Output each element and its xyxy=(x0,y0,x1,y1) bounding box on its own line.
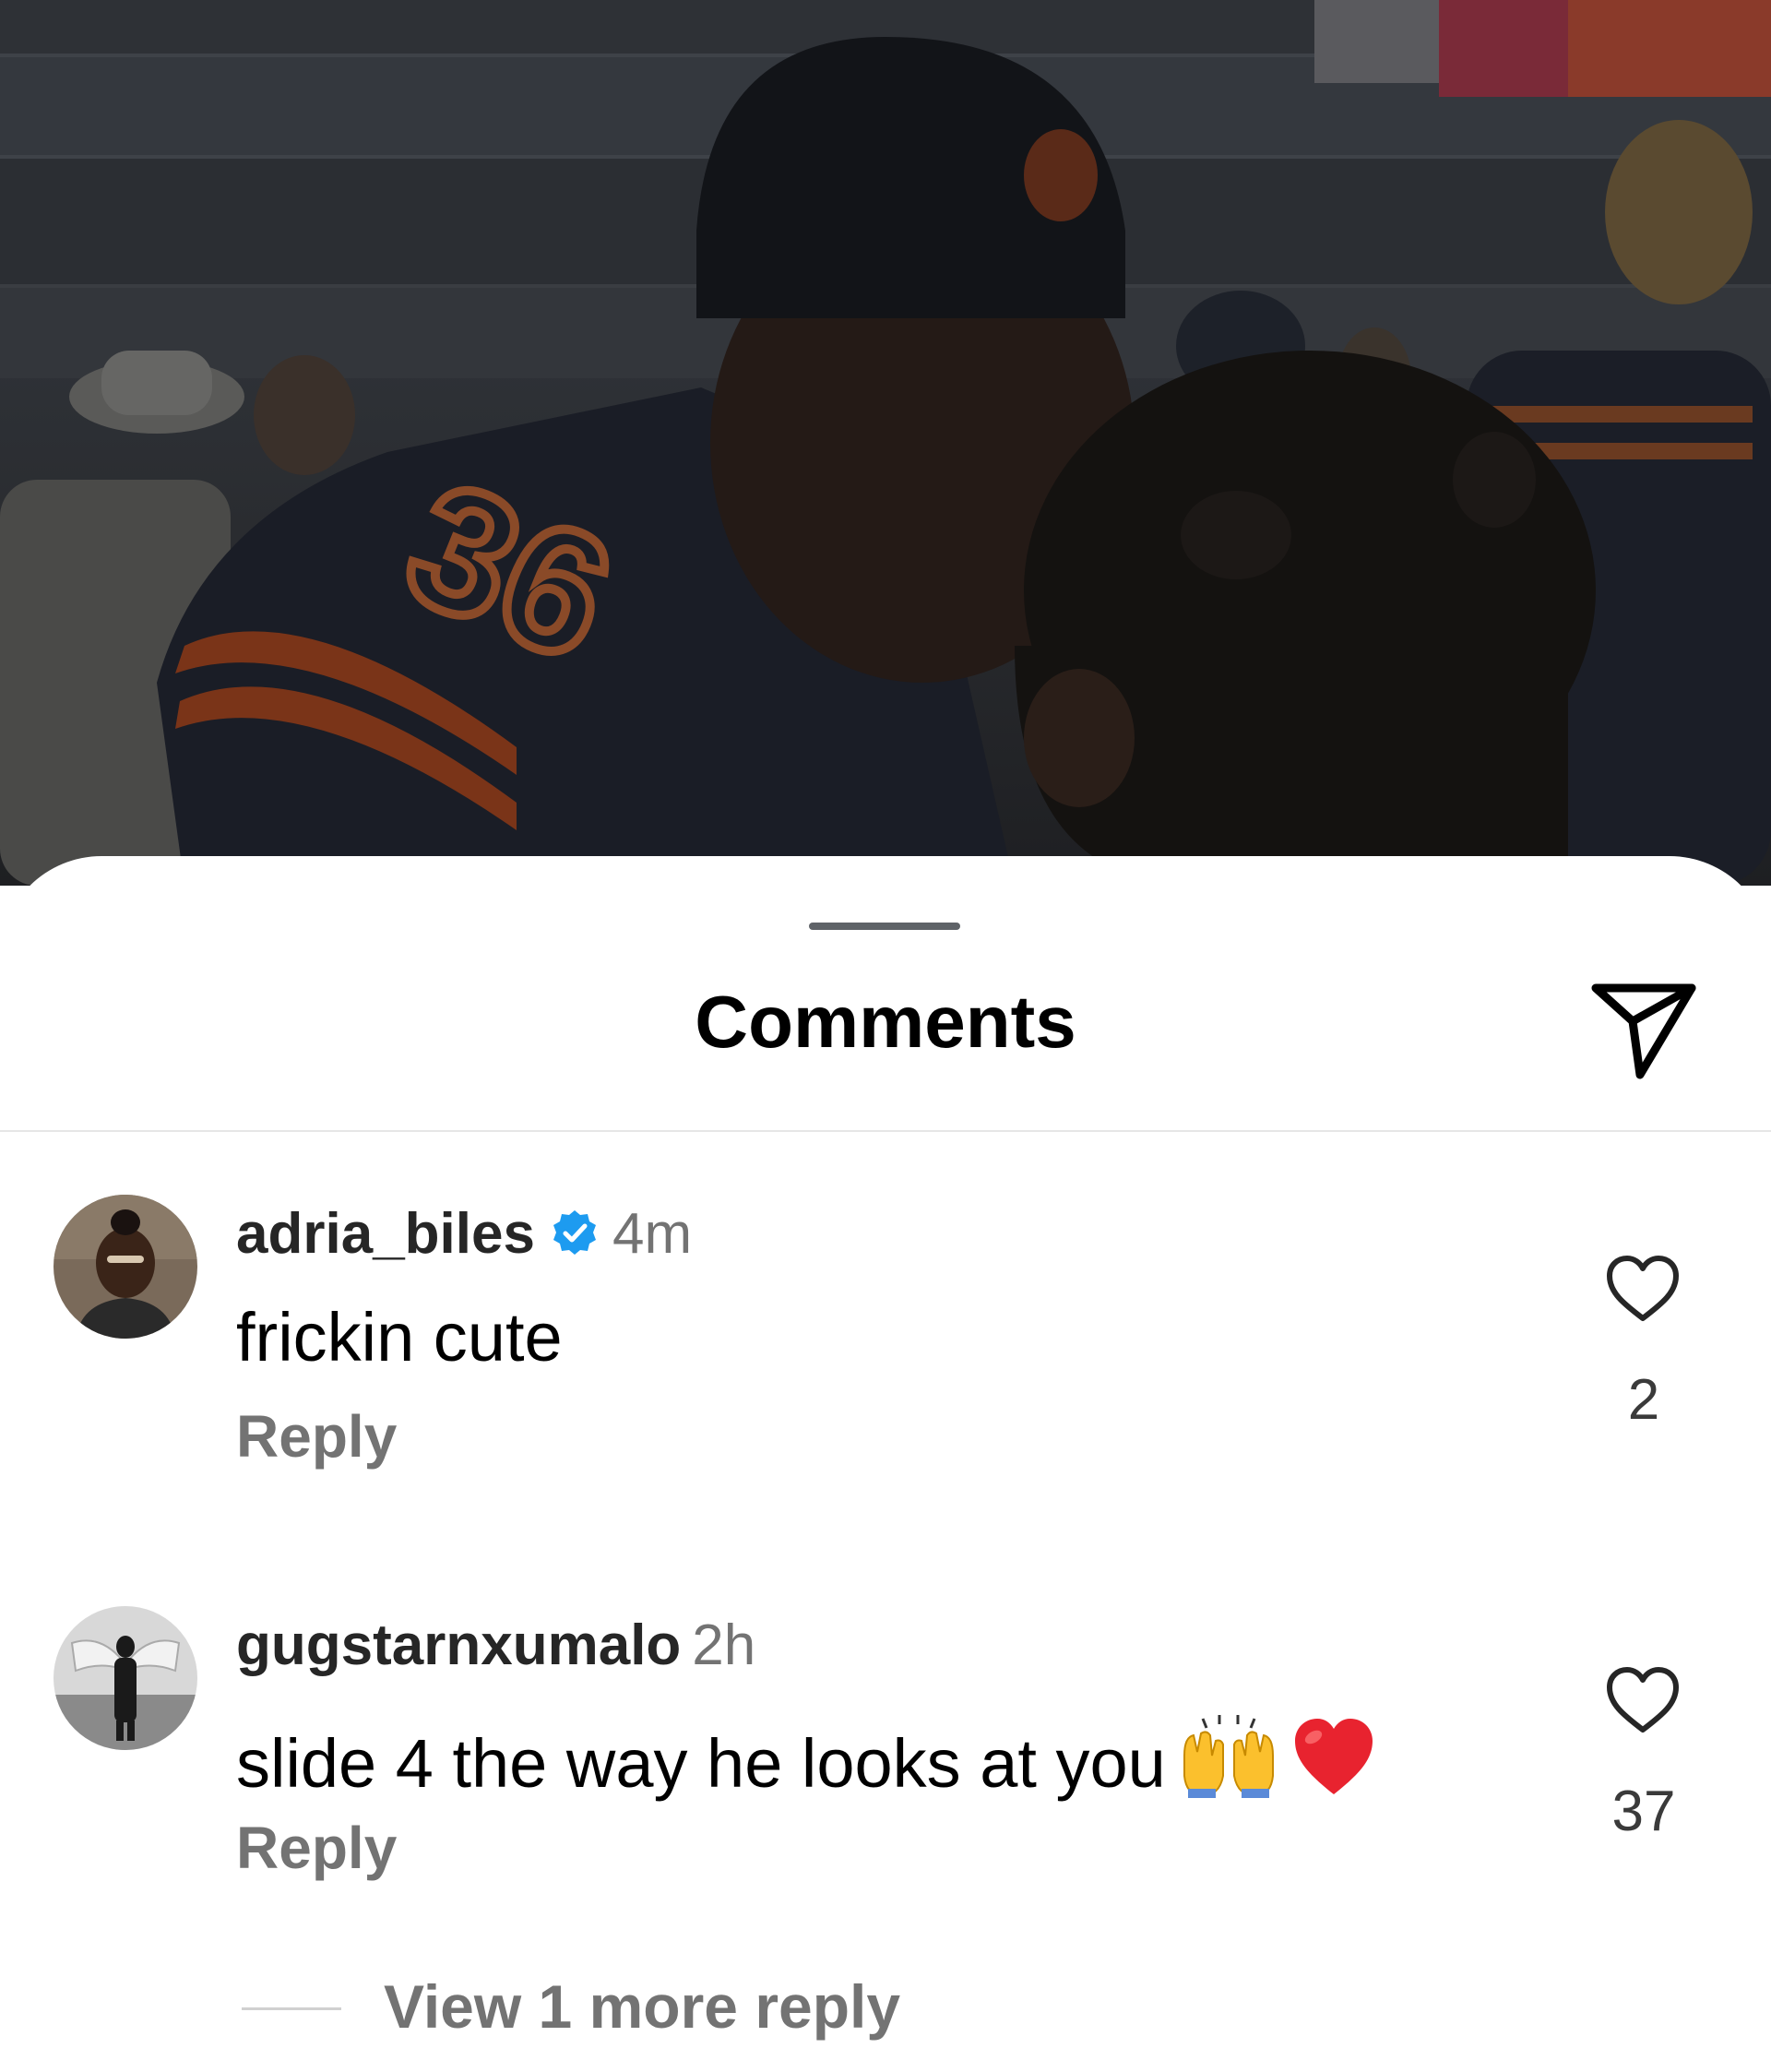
sheet-title: Comments xyxy=(695,981,1076,1063)
heart-outline-icon xyxy=(1607,1256,1679,1321)
comment-item: gugstarnxumalo 2h slide 4 the way he look… xyxy=(0,1606,1771,1901)
header-divider xyxy=(0,1130,1771,1132)
comment-meta: gugstarnxumalo 2h xyxy=(236,1617,755,1674)
avatar[interactable] xyxy=(53,1606,197,1750)
avatar[interactable] xyxy=(53,1195,197,1339)
comment-item: adria_biles 4m frickin cute Reply 2 xyxy=(0,1195,1771,1490)
comment-timestamp: 4m xyxy=(612,1202,693,1266)
like-button[interactable] xyxy=(1605,1254,1681,1324)
reply-button[interactable]: Reply xyxy=(236,1407,397,1466)
view-more-replies-label: View 1 more reply xyxy=(384,1972,901,2041)
post-photo-background: 36 xyxy=(0,0,1771,886)
like-count: 37 xyxy=(1611,1780,1676,1843)
send-paper-plane-icon xyxy=(1591,983,1696,1079)
thread-line xyxy=(242,2007,341,2010)
share-button[interactable] xyxy=(1588,981,1699,1082)
username[interactable]: gugstarnxumalo xyxy=(236,1614,681,1677)
user-avatar-image xyxy=(53,1195,197,1339)
comment-timestamp: 2h xyxy=(692,1614,756,1677)
stadium-photo: 36 xyxy=(0,0,1771,886)
verified-badge-icon xyxy=(553,1210,596,1255)
user-avatar-image xyxy=(53,1606,197,1750)
username[interactable]: adria_biles xyxy=(236,1202,535,1266)
like-button[interactable] xyxy=(1605,1665,1681,1735)
like-count: 2 xyxy=(1627,1368,1660,1432)
sheet-drag-handle[interactable] xyxy=(809,923,960,930)
comment-text: slide 4 the way he looks at you xyxy=(236,1715,1376,1800)
reply-button[interactable]: Reply xyxy=(236,1818,397,1877)
red-heart-emoji xyxy=(1294,1719,1373,1794)
heart-outline-icon xyxy=(1607,1667,1679,1733)
comment-text: frickin cute xyxy=(236,1299,563,1375)
comment-text-body: slide 4 the way he looks at you xyxy=(236,1725,1166,1802)
comment-meta: adria_biles 4m xyxy=(236,1206,692,1263)
comments-sheet: Comments adria_biles 4m frickin cute Rep… xyxy=(0,856,1771,2072)
raising-hands-emoji xyxy=(1183,1715,1274,1798)
